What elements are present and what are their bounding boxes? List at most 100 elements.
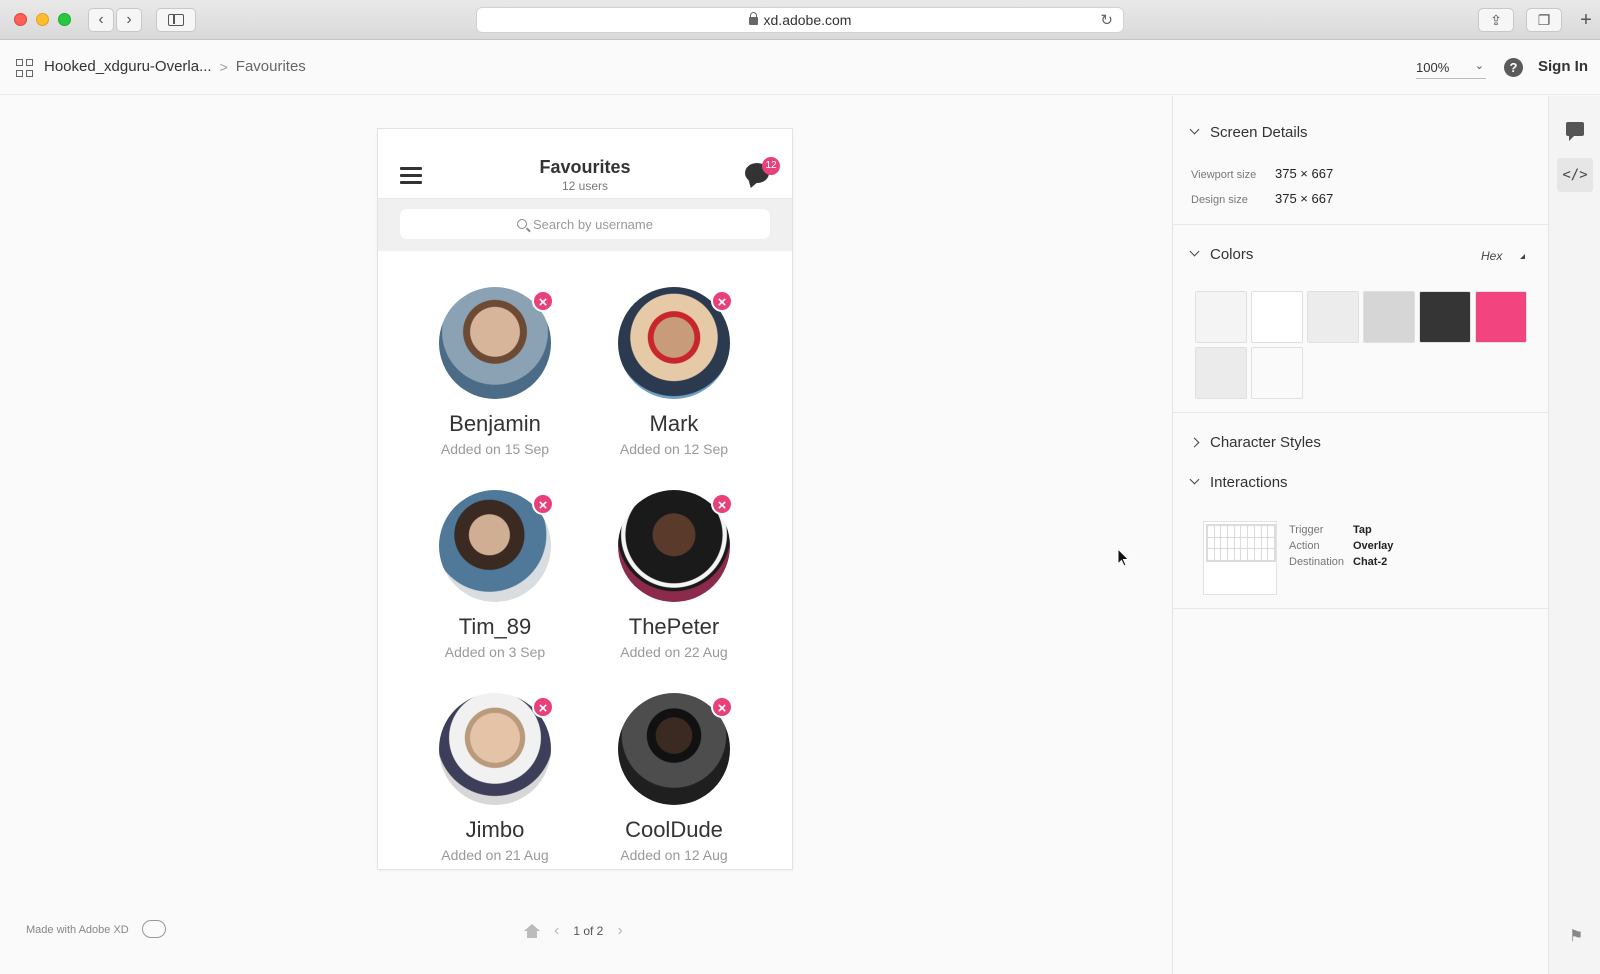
pager: ‹ 1 of 2 ›	[524, 922, 623, 940]
search-input[interactable]: Search by username	[400, 209, 770, 239]
remove-favourite-button[interactable]: ×	[532, 493, 554, 515]
user-name: Jimbo	[465, 817, 525, 842]
chevron-down-icon: ⌄	[1474, 60, 1484, 72]
breadcrumb-project[interactable]: Hooked_xdguru-Overla...	[44, 58, 212, 75]
remove-favourite-button[interactable]: ×	[532, 696, 554, 718]
search-bar: Search by username	[378, 199, 792, 251]
user-added-date: Added on 21 Aug	[441, 847, 549, 863]
tabs-overview-button[interactable]: ❐	[1526, 8, 1562, 32]
screen-details-header[interactable]: Screen Details	[1189, 124, 1308, 141]
user-card[interactable]: × Tim_89 Added on 3 Sep	[405, 490, 585, 660]
color-swatch[interactable]	[1195, 291, 1247, 343]
destination-label: Destination	[1289, 556, 1345, 568]
creative-cloud-icon	[142, 920, 166, 938]
chevron-down-icon	[1189, 124, 1200, 135]
chevron-right-icon	[1189, 437, 1200, 448]
action-value: Overlay	[1353, 540, 1394, 552]
artboard-header: Favourites 12 users 12	[378, 129, 792, 199]
user-name: Tim_89	[458, 614, 532, 639]
design-size-value: 375 × 667	[1275, 191, 1334, 206]
made-with-label[interactable]: Made with Adobe XD	[26, 924, 129, 936]
color-swatch[interactable]	[1195, 347, 1247, 399]
user-card[interactable]: × CoolDude Added on 12 Aug	[584, 693, 764, 863]
zoom-value: 100%	[1416, 60, 1450, 75]
color-format-select[interactable]: Hex	[1481, 249, 1502, 263]
next-page-icon[interactable]: ›	[617, 922, 622, 940]
breadcrumb-separator: >	[219, 58, 228, 75]
search-placeholder: Search by username	[533, 216, 653, 232]
color-swatch[interactable]	[1363, 291, 1415, 343]
color-swatch[interactable]	[1475, 291, 1527, 343]
interactions-header[interactable]: Interactions	[1189, 474, 1288, 491]
user-name: Benjamin	[449, 411, 541, 436]
user-avatar: ×	[439, 490, 554, 602]
color-swatch[interactable]	[1307, 291, 1359, 343]
artboard-favourites: Favourites 12 users 12 Search by usernam…	[377, 128, 793, 870]
sign-in-link[interactable]: Sign In	[1538, 58, 1588, 75]
minimize-window-button[interactable]	[36, 13, 49, 26]
breadcrumb: Hooked_xdguru-Overla... > Favourites	[44, 58, 306, 75]
chevron-right-icon: ›	[126, 11, 132, 28]
remove-favourite-button[interactable]: ×	[711, 290, 733, 312]
user-card[interactable]: × Mark Added on 12 Sep	[584, 287, 764, 457]
user-card[interactable]: × Jimbo Added on 21 Aug	[405, 693, 585, 863]
forward-button[interactable]: ›	[116, 8, 142, 32]
back-button[interactable]: ‹	[88, 8, 114, 32]
interactions-title: Interactions	[1210, 474, 1288, 491]
comment-icon[interactable]	[1566, 122, 1584, 141]
destination-thumbnail[interactable]	[1203, 521, 1277, 595]
user-avatar: ×	[618, 693, 733, 805]
chevron-left-icon: ‹	[98, 11, 104, 28]
grid-view-icon[interactable]	[16, 59, 34, 77]
color-swatch[interactable]	[1419, 291, 1471, 343]
user-avatar: ×	[618, 490, 733, 602]
share-button[interactable]: ⇪	[1478, 8, 1514, 32]
browser-toolbar: ‹ › xd.adobe.com ↻ ⇪ ❐ +	[0, 0, 1600, 40]
code-icon[interactable]: </>	[1557, 158, 1593, 192]
zoom-select[interactable]: 100% ⌄	[1416, 57, 1486, 79]
new-tab-button[interactable]: +	[1574, 8, 1598, 32]
page-indicator: 1 of 2	[573, 924, 604, 938]
previous-page-icon[interactable]: ‹	[554, 922, 559, 940]
action-label: Action	[1289, 540, 1320, 552]
sidebar-toggle-button[interactable]	[156, 8, 196, 32]
viewport-size-label: Viewport size	[1191, 169, 1257, 181]
viewport-size-value: 375 × 667	[1275, 166, 1334, 181]
divider	[1173, 608, 1549, 609]
color-swatch[interactable]	[1251, 347, 1303, 399]
user-name: CoolDude	[625, 817, 723, 842]
user-added-date: Added on 12 Sep	[619, 441, 729, 457]
user-added-date: Added on 12 Aug	[620, 847, 728, 863]
artboard-subtitle: 12 users	[561, 179, 609, 193]
inspect-panel: Screen Details Viewport size 375 × 667 D…	[1172, 96, 1549, 974]
trigger-label: Trigger	[1289, 524, 1324, 536]
remove-favourite-button[interactable]: ×	[711, 493, 733, 515]
user-name: Mark	[649, 411, 699, 436]
right-rail: </> ⚑	[1548, 96, 1600, 974]
reload-icon[interactable]: ↻	[1100, 11, 1113, 29]
app-header: Hooked_xdguru-Overla... > Favourites 100…	[0, 41, 1600, 95]
zoom-window-button[interactable]	[58, 13, 71, 26]
dropdown-triangle-icon[interactable]	[1520, 254, 1525, 259]
color-swatch[interactable]	[1251, 291, 1303, 343]
tabs-icon: ❐	[1537, 11, 1551, 28]
user-card[interactable]: × Benjamin Added on 15 Sep	[405, 287, 585, 457]
sidebar-icon	[168, 14, 184, 26]
home-icon[interactable]	[524, 924, 540, 938]
user-avatar: ×	[439, 287, 554, 399]
colors-header[interactable]: Colors	[1189, 246, 1254, 263]
destination-value[interactable]: Chat-2	[1353, 556, 1387, 568]
close-window-button[interactable]	[14, 13, 27, 26]
share-icon: ⇪	[1490, 11, 1502, 28]
help-icon[interactable]: ?	[1504, 58, 1523, 77]
search-icon	[517, 219, 528, 229]
user-card[interactable]: × ThePeter Added on 22 Aug	[584, 490, 764, 660]
colors-title: Colors	[1210, 246, 1254, 263]
remove-favourite-button[interactable]: ×	[711, 696, 733, 718]
flag-icon[interactable]: ⚑	[1569, 926, 1583, 946]
address-bar[interactable]: xd.adobe.com ↻	[476, 7, 1124, 33]
remove-favourite-button[interactable]: ×	[532, 290, 554, 312]
trigger-value: Tap	[1353, 524, 1372, 536]
breadcrumb-screen: Favourites	[235, 58, 306, 75]
character-styles-header[interactable]: Character Styles	[1189, 434, 1321, 451]
